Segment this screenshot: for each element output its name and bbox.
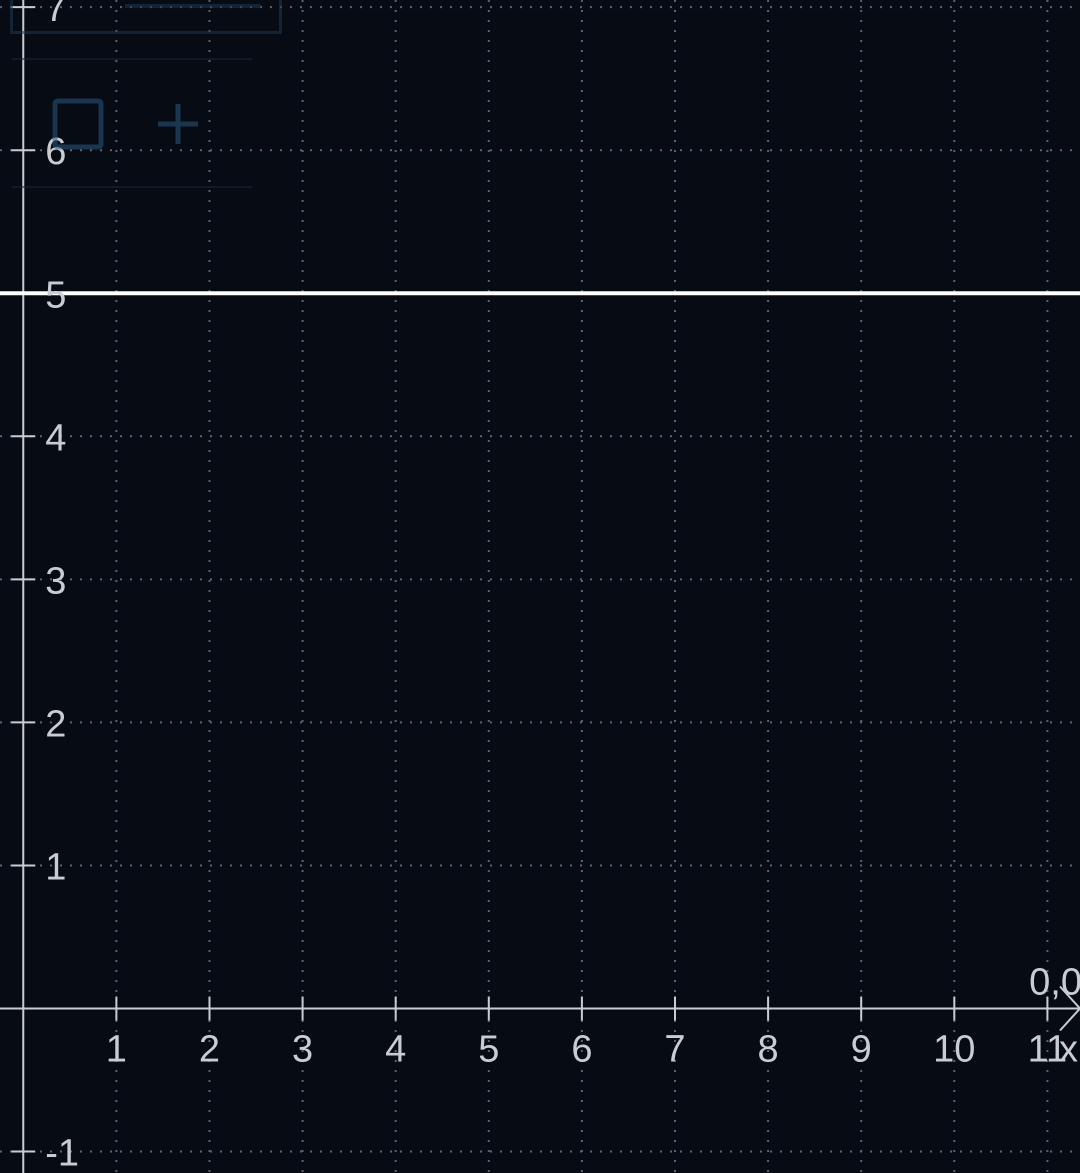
x-axis-label: x: [1059, 1028, 1078, 1070]
x-tick-label: 2: [199, 1028, 220, 1070]
origin-annotation: 0,0: [1029, 961, 1080, 1003]
square-icon[interactable]: [52, 98, 104, 150]
x-tick-label: 8: [758, 1028, 779, 1070]
x-tick-label: 1: [106, 1028, 127, 1070]
y-tick-label: 4: [45, 417, 66, 459]
x-tick-label: 3: [292, 1028, 313, 1070]
plus-icon[interactable]: [152, 98, 204, 150]
x-tick-label: 5: [478, 1028, 499, 1070]
x-tick-label: 7: [664, 1028, 685, 1070]
x-tick-label: 10: [933, 1028, 975, 1070]
x-tick-label: 9: [851, 1028, 872, 1070]
panel-handle[interactable]: [125, 4, 261, 8]
tool-panel: [12, 58, 252, 188]
x-tick-label: 4: [385, 1028, 406, 1070]
top-panel[interactable]: [10, 0, 282, 34]
y-tick-label: -1: [45, 1133, 79, 1173]
x-tick-label: 6: [571, 1028, 592, 1070]
y-tick-label: 2: [45, 703, 66, 745]
y-tick-label: 3: [45, 560, 66, 602]
y-tick-label: 5: [45, 274, 66, 316]
y-tick-label: 1: [45, 846, 66, 888]
